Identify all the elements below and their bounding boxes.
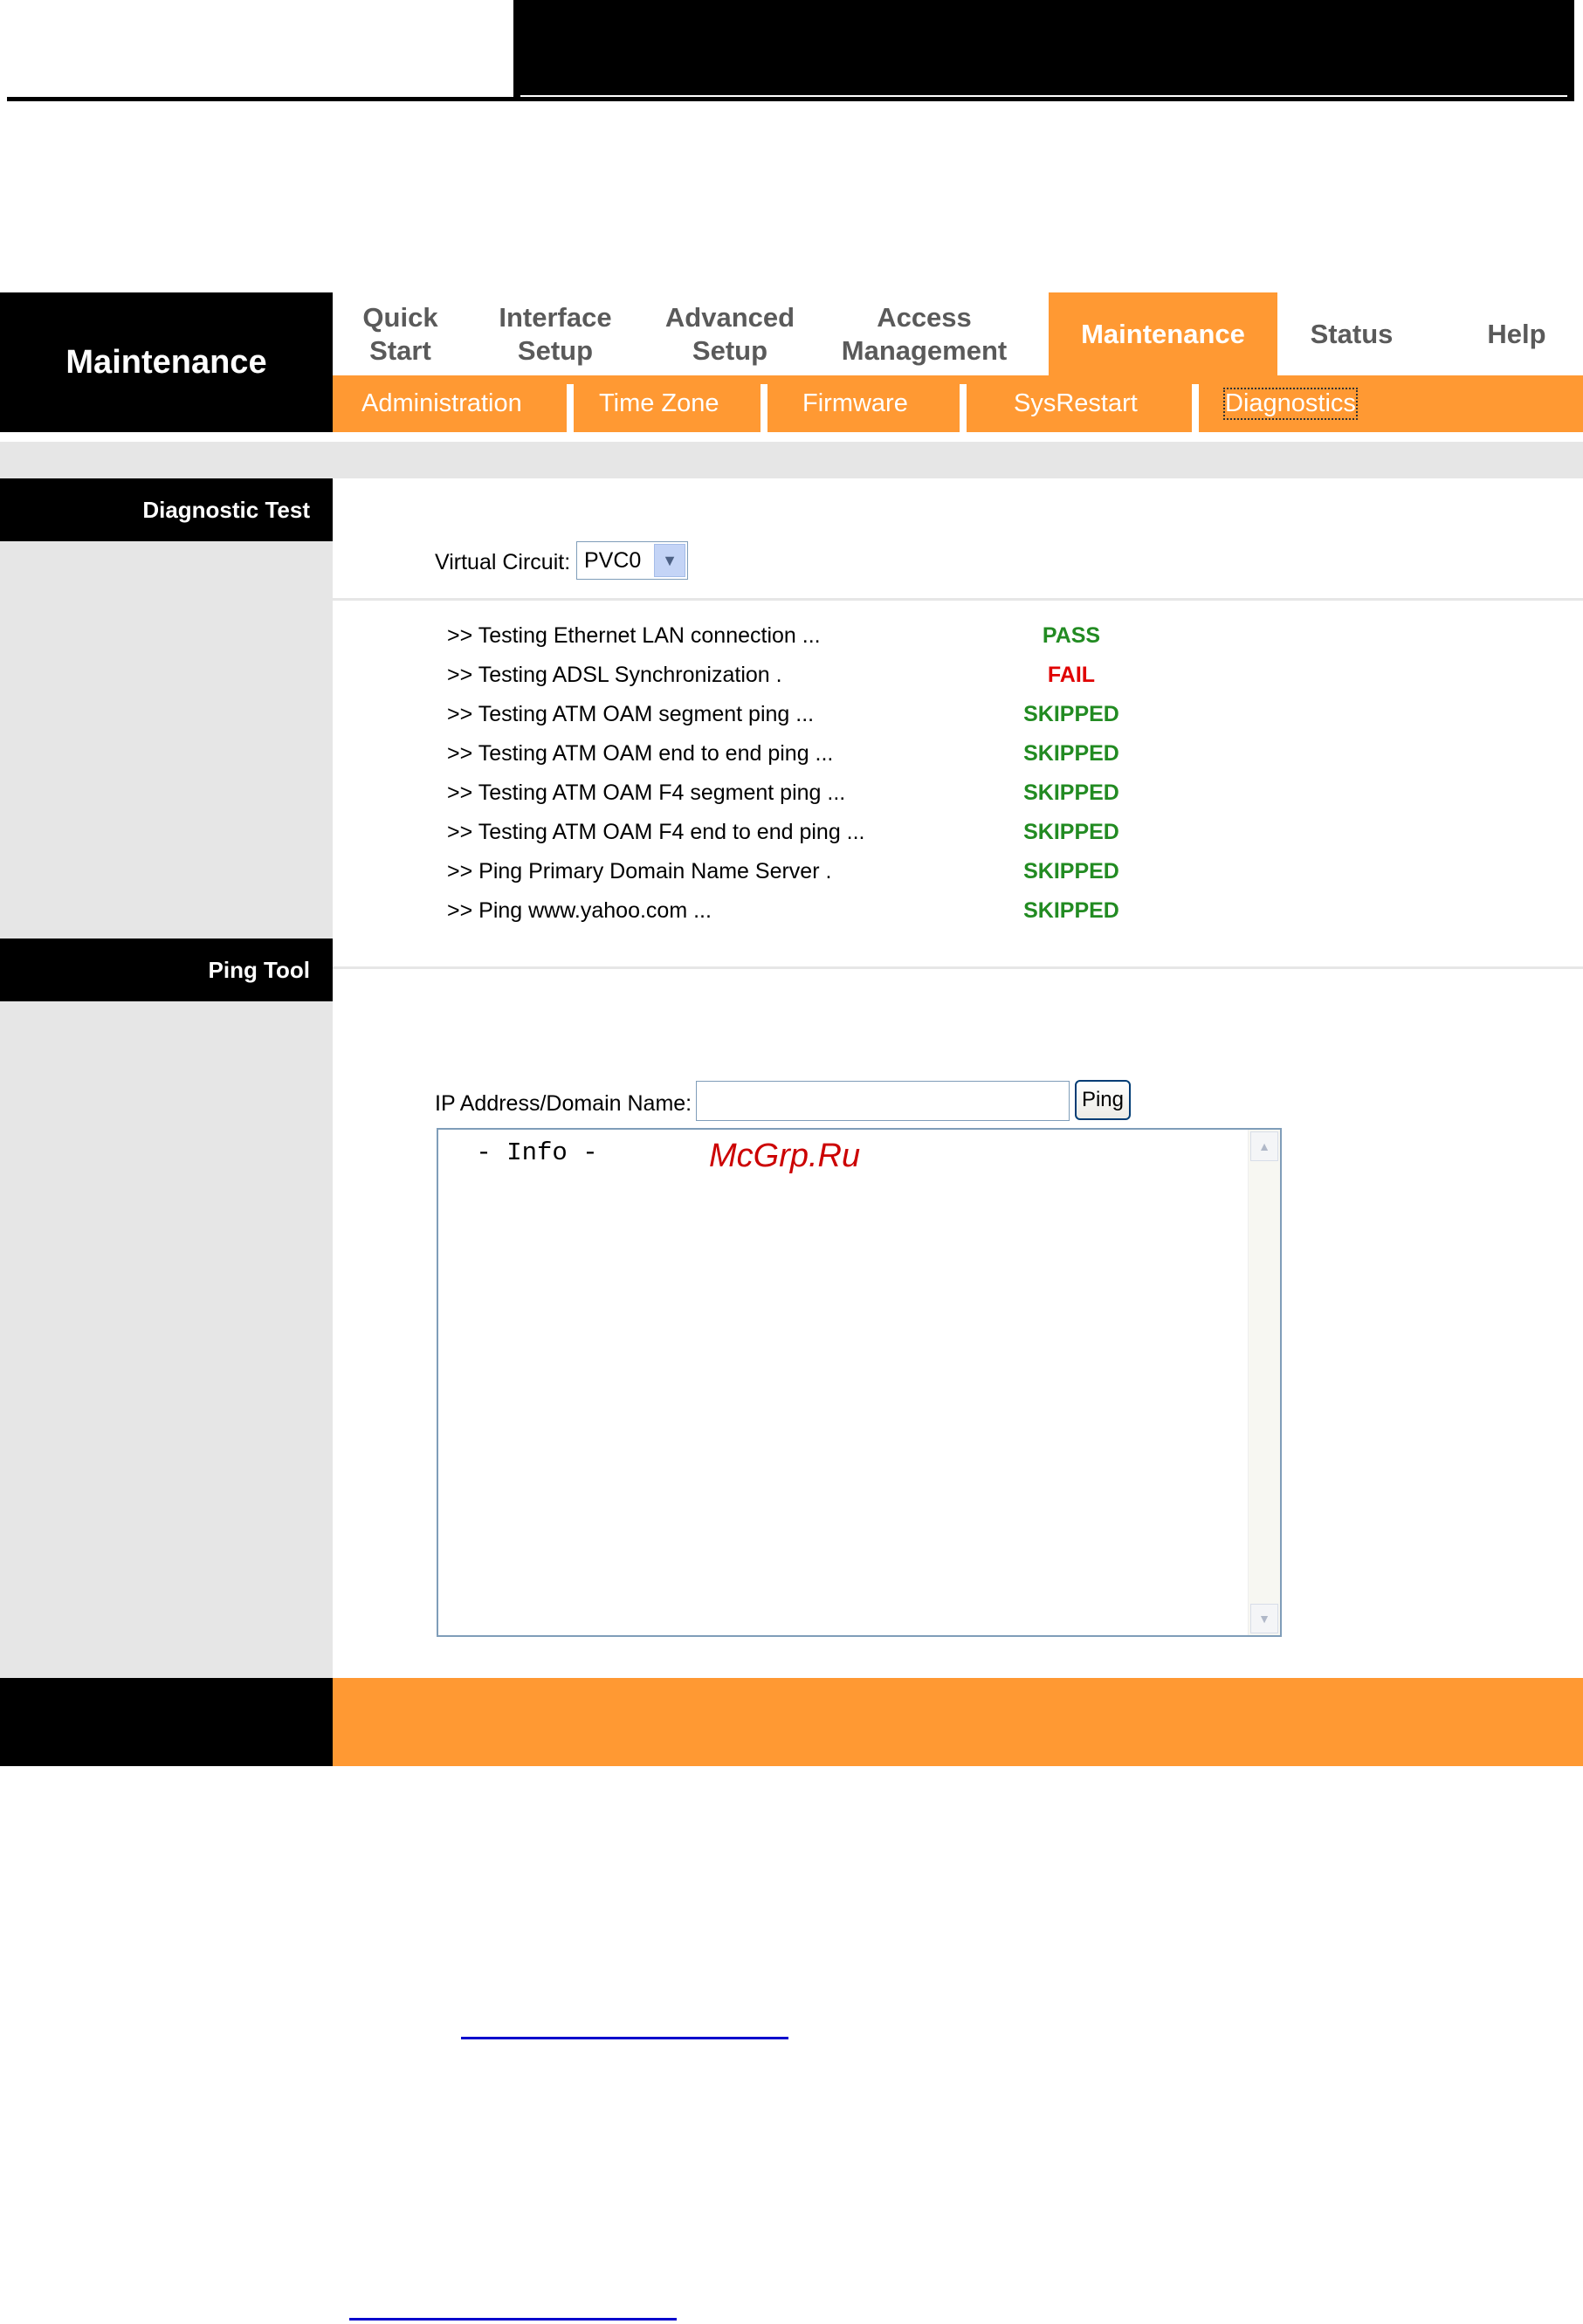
section-label-diagnostic-test: Diagnostic Test [0,478,333,541]
subnav-time-zone[interactable]: Time Zone [599,375,719,432]
diag-result: SKIPPED [1023,820,1119,844]
ping-info-textarea[interactable]: - Info - ▲ ▼ [437,1128,1282,1637]
diag-test-label: >> Ping www.yahoo.com ... [447,898,712,923]
ping-button[interactable]: Ping [1075,1080,1131,1120]
subnav-firmware-label: Firmware [802,389,908,417]
document-link-underline[interactable] [461,2037,788,2039]
ping-address-input[interactable] [696,1081,1070,1121]
subnav-divider [567,384,574,432]
diag-test-label: >> Testing ATM OAM F4 segment ping ... [447,780,846,805]
nav-maintenance[interactable]: Maintenance [1049,292,1277,375]
diag-result: PASS [1042,623,1101,648]
subnav-diagnostics[interactable]: Diagnostics [1223,375,1358,432]
nav-quick-start[interactable]: Quick Start [333,292,468,375]
diag-test-label: >> Testing ADSL Synchronization . [447,663,782,687]
subnav-sysrestart-label: SysRestart [1014,389,1138,417]
section-label-ping-tool: Ping Tool [0,939,333,1001]
document-link-underline[interactable] [349,2318,677,2321]
virtual-circuit-select[interactable]: PVC0 ▼ [576,541,688,580]
diag-test-label: >> Testing ATM OAM F4 end to end ping ..… [447,820,865,844]
nav-advanced-setup[interactable]: Advanced Setup [643,292,817,375]
header-banner [513,0,1574,101]
diag-result: SKIPPED [1023,780,1119,805]
nav-access-management[interactable]: Access Management [817,292,1031,375]
diag-test-label: >> Ping Primary Domain Name Server . [447,859,832,884]
page-title: Maintenance [0,292,333,432]
scroll-down-icon[interactable]: ▼ [1250,1604,1278,1633]
footer-left-block [0,1678,333,1766]
virtual-circuit-value: PVC0 [584,547,642,573]
subnav-administration-label: Administration [361,389,522,417]
divider [333,966,1583,969]
subnav-divider [761,384,767,432]
watermark: McGrp.Ru [709,1138,861,1174]
chevron-down-icon: ▼ [654,544,685,577]
ping-address-label: IP Address/Domain Name: [435,1091,692,1116]
vertical-scrollbar[interactable]: ▲ ▼ [1248,1130,1280,1635]
diag-test-label: >> Testing ATM OAM segment ping ... [447,702,815,726]
divider [333,598,1583,601]
diag-test-label: >> Testing Ethernet LAN connection ... [447,623,821,648]
diag-result: SKIPPED [1023,741,1119,766]
main-nav: Quick Start Interface Setup Advanced Set… [333,292,1583,375]
diag-test-label: >> Testing ATM OAM end to end ping ... [447,741,834,766]
subnav-divider [960,384,967,432]
virtual-circuit-label: Virtual Circuit: [435,550,571,574]
content-top-strip [0,442,1583,478]
footer-bar [333,1678,1583,1766]
diag-result: SKIPPED [1023,702,1119,726]
subnav-sysrestart[interactable]: SysRestart [1014,375,1138,432]
diag-result: SKIPPED [1023,898,1119,923]
nav-interface-setup[interactable]: Interface Setup [468,292,643,375]
subnav-diagnostics-label: Diagnostics [1223,388,1358,420]
nav-status[interactable]: Status [1277,292,1426,375]
subnav-firmware[interactable]: Firmware [802,375,908,432]
scroll-up-icon[interactable]: ▲ [1250,1131,1278,1161]
ping-info-text: - Info - [461,1138,598,1167]
header-rule [7,97,513,101]
left-column: Diagnostic Test Ping Tool [0,478,333,1683]
subnav-time-zone-label: Time Zone [599,389,719,417]
subnav-divider [1192,384,1199,432]
diag-result: SKIPPED [1023,859,1119,884]
diag-result: FAIL [1047,663,1096,687]
subnav-administration[interactable]: Administration [361,375,522,432]
nav-help[interactable]: Help [1450,292,1583,375]
sub-nav: Administration Time Zone Firmware SysRes… [333,375,1583,432]
header-banner-rule [520,95,1567,97]
nav-spacer [0,432,1583,442]
